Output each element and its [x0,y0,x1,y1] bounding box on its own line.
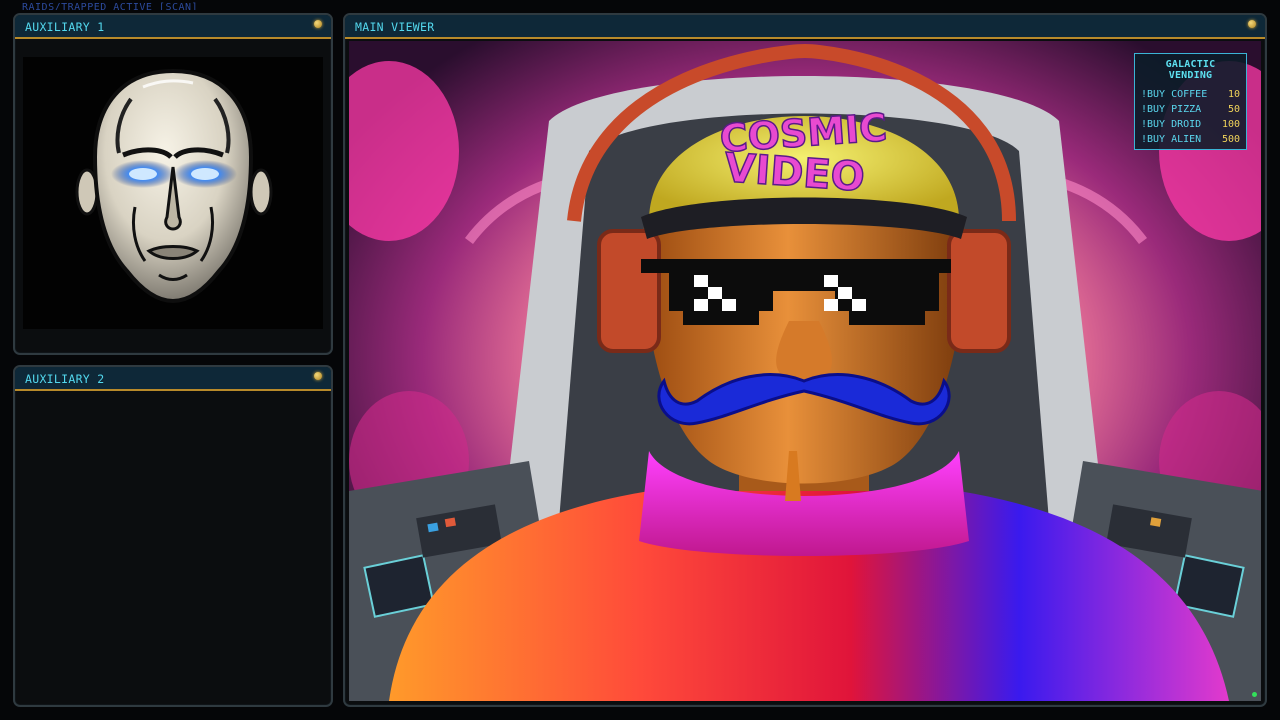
chrome-head-image [23,57,323,329]
top-status-text: RAIDS/TRAPPED ACTIVE [SCAN] [22,2,199,10]
cap-text-line2: VIDEO [723,145,866,201]
main-viewer-header: MAIN VIEWER [345,15,1265,39]
vending-item: !BUY ALIEN 500 [1141,132,1240,147]
vending-item: !BUY DROID 100 [1141,117,1240,132]
auxiliary-2-header: AUXILIARY 2 [15,367,331,391]
live-indicator-icon [1252,692,1257,697]
main-viewer-feed: COSMIC VIDEO GALACTIC VENDING !BUY COFFE… [349,41,1261,701]
vending-item-label: !BUY ALIEN [1141,134,1202,145]
vending-item-price: 50 [1227,104,1240,115]
vending-item-label: !BUY DROID [1141,119,1202,130]
vending-item-price: 10 [1227,89,1240,100]
vending-item-label: !BUY PIZZA [1141,104,1202,115]
status-led-icon [314,372,322,380]
cockpit-pilot-image: COSMIC VIDEO [349,41,1261,701]
status-led-icon [1248,20,1256,28]
main-viewer-panel: MAIN VIEWER COSMIC VIDEO GALACTIC VENDIN… [343,13,1267,707]
vending-item-price: 100 [1221,119,1240,130]
auxiliary-1-feed [23,57,323,329]
galactic-vending-menu: GALACTIC VENDING !BUY COFFEE 10 !BUY PIZ… [1134,53,1247,150]
auxiliary-1-panel: AUXILIARY 1 [13,13,333,355]
vending-item: !BUY COFFEE 10 [1141,87,1240,102]
auxiliary-1-header: AUXILIARY 1 [15,15,331,39]
main-viewer-title: MAIN VIEWER [355,20,435,34]
auxiliary-2-title: AUXILIARY 2 [25,372,105,386]
vending-title: GALACTIC VENDING [1165,59,1216,81]
auxiliary-1-title: AUXILIARY 1 [25,20,105,34]
vending-item-price: 500 [1221,134,1240,145]
vending-item: !BUY PIZZA 50 [1141,102,1240,117]
auxiliary-2-panel: AUXILIARY 2 [13,365,333,707]
status-led-icon [314,20,322,28]
vending-item-label: !BUY COFFEE [1141,89,1208,100]
